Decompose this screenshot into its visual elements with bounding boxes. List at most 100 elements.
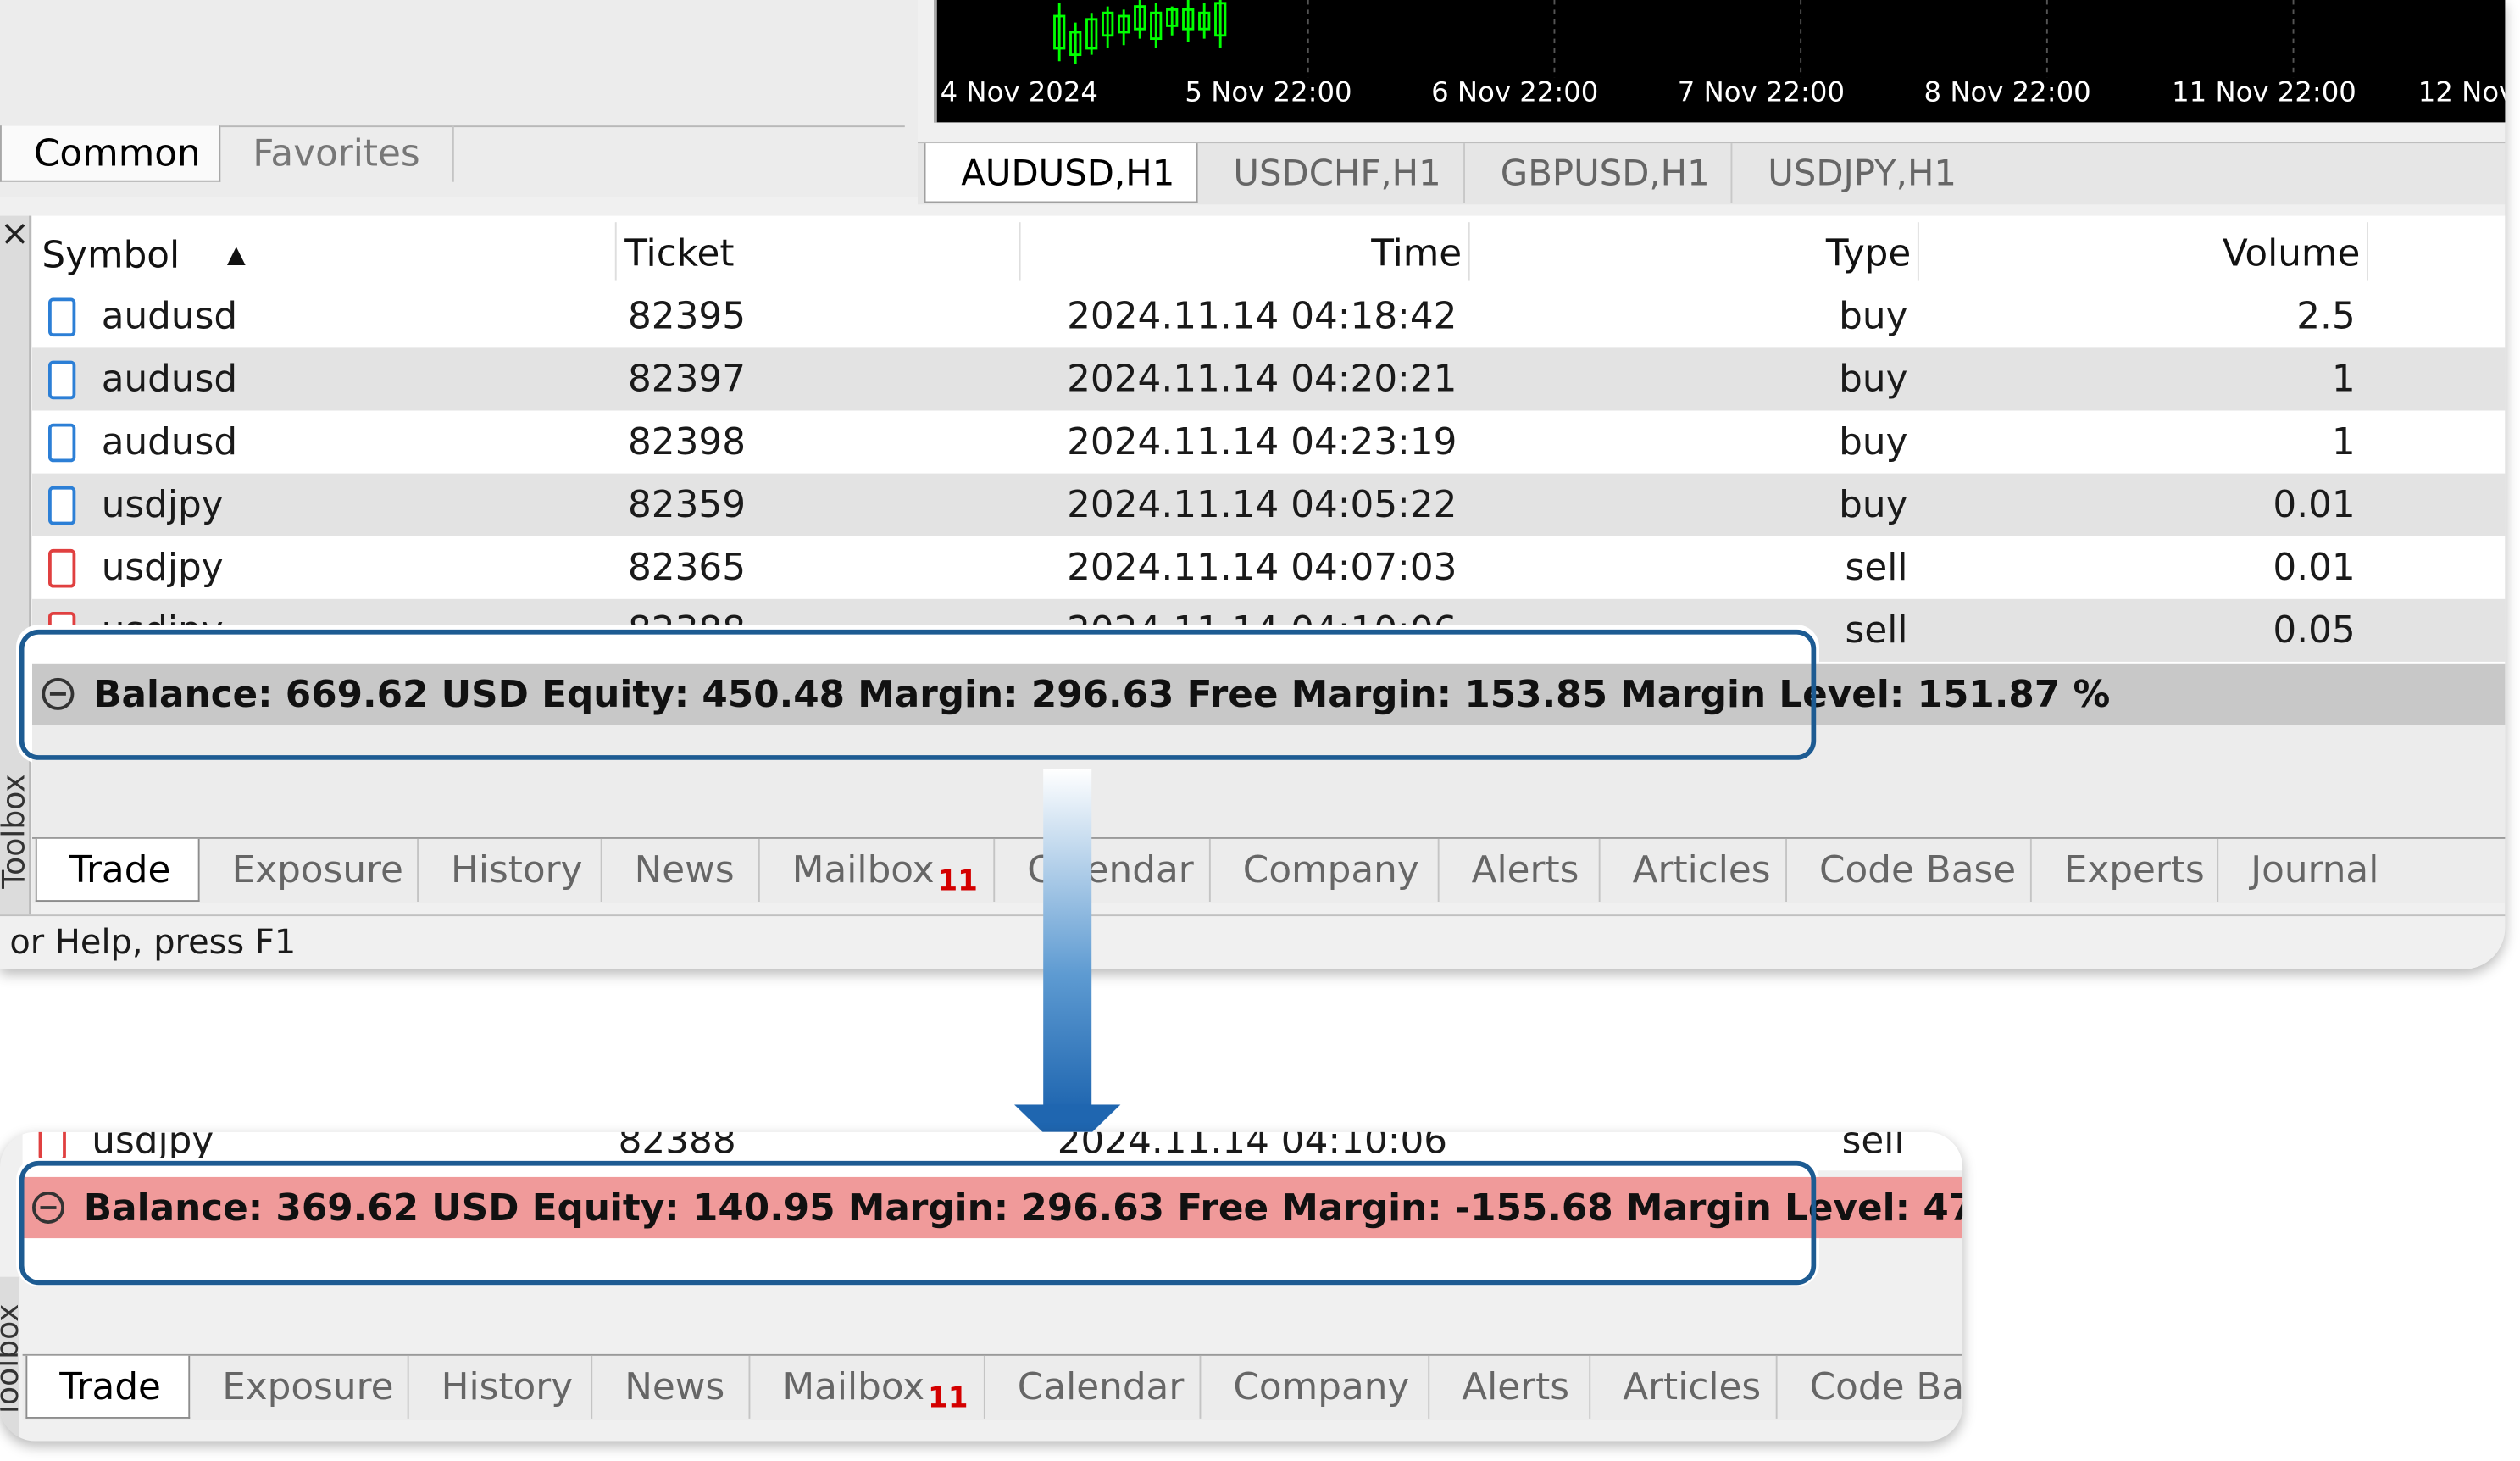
cell-time: 2024.11.14 04:23:19 (1067, 421, 1457, 464)
table-row[interactable]: usdjpy 82359 2024.11.14 04:05:22 buy 0.0… (32, 473, 2506, 536)
cell-time: 2024.11.14 04:05:22 (1067, 484, 1457, 527)
tab-exposure[interactable]: Exposure (200, 838, 419, 902)
chart-tab-label: USDCHF,H1 (1233, 154, 1441, 195)
chart-time-label: 5 Nov 22:00 (1185, 77, 1352, 110)
toolbox-label: Toolbox (0, 1303, 26, 1419)
tab-history[interactable]: History (419, 838, 602, 902)
tab-trade[interactable]: Trade (35, 838, 200, 902)
tab-label: History (441, 1367, 574, 1409)
cell-symbol: usdjpy (101, 547, 224, 590)
tab-news[interactable]: News (602, 838, 760, 902)
chart-time-label: 4 Nov 2024 (940, 77, 1098, 110)
column-separator[interactable] (1468, 222, 1470, 281)
chart-tab-gbpusd[interactable]: GBPUSD,H1 (1465, 143, 1733, 203)
highlight-frame (19, 629, 1817, 760)
buy-order-icon (48, 486, 76, 525)
buy-order-icon (48, 360, 76, 400)
chart-gridline (1307, 0, 1309, 78)
cell-ticket: 82397 (628, 358, 747, 402)
chart-tabs: AUDUSD,H1 USDCHF,H1 GBPUSD,H1 USDJPY,H1 (918, 142, 2506, 205)
column-header-label: Time (1371, 233, 1463, 275)
chart-time-label: 11 Nov 22:00 (2172, 77, 2356, 110)
navigator-tab-label: Favorites (253, 133, 420, 176)
table-row[interactable]: usdjpy 82365 2024.11.14 04:07:03 sell 0.… (32, 536, 2505, 599)
column-separator[interactable] (2367, 222, 2368, 281)
cell-symbol: usdjpy (101, 484, 224, 527)
column-header-type[interactable]: Type (1472, 216, 1912, 287)
tab-company[interactable]: Company (1211, 838, 1440, 902)
tab-label: Exposure (231, 850, 403, 892)
column-header-label: Ticket (624, 233, 735, 275)
terminal-window-before: Common Favorites 4 Nov 2024 5 Nov 22:00 … (0, 0, 2506, 969)
tab-label: Articles (1632, 850, 1771, 892)
navigator-tab-common[interactable]: Common (0, 125, 221, 182)
tab-experts[interactable]: Experts (2032, 838, 2219, 902)
chart-gridline (1800, 0, 1802, 78)
toolbox-label: Toolbox (0, 774, 32, 889)
chart-time-label: 12 Nov (2417, 77, 2506, 110)
tab-code-base[interactable]: Code Bas (1778, 1356, 1963, 1419)
tab-articles[interactable]: Articles (1601, 838, 1787, 902)
tab-history[interactable]: History (409, 1355, 593, 1419)
tab-news[interactable]: News (592, 1355, 751, 1419)
toolbox-tabs: Trade Exposure History News Mailbox 11 Ca… (32, 837, 2506, 903)
sell-order-icon (38, 1131, 66, 1161)
cell-type: buy (1839, 421, 1908, 464)
tab-code-base[interactable]: Code Base (1787, 838, 2032, 902)
column-header-label: Symbol (42, 235, 180, 277)
cell-time: 2024.11.14 04:20:21 (1067, 358, 1457, 402)
column-separator[interactable] (614, 222, 617, 281)
tab-label: Experts (2063, 850, 2205, 892)
tab-journal[interactable]: Journal (2218, 839, 2412, 902)
column-header-label: Type (1825, 233, 1912, 275)
chart-tab-label: AUDUSD,H1 (961, 154, 1175, 195)
navigator-tab-favorites[interactable]: Favorites (220, 125, 454, 182)
tab-label: Mailbox (782, 1367, 925, 1409)
table-row[interactable]: audusd 82398 2024.11.14 04:23:19 buy 1 (32, 411, 2505, 474)
chart-tab-label: GBPUSD,H1 (1500, 154, 1710, 195)
tab-calendar[interactable]: Calendar (985, 1355, 1202, 1419)
tab-label: Journal (2251, 850, 2379, 892)
column-header-symbol[interactable]: Symbol ▲ (42, 216, 245, 287)
sort-ascending-icon: ▲ (226, 240, 246, 269)
tab-mailbox[interactable]: Mailbox 11 (750, 1355, 985, 1419)
tab-label: Company (1233, 1367, 1410, 1409)
chart-tab-audusd[interactable]: AUDUSD,H1 (924, 143, 1198, 203)
status-bar: or Help, press F1 (0, 914, 2506, 969)
chart-tab-usdchf[interactable]: USDCHF,H1 (1198, 143, 1465, 203)
table-row[interactable]: audusd 82395 2024.11.14 04:18:42 buy 2.5 (32, 285, 2505, 347)
column-header-ticket[interactable]: Ticket (624, 216, 734, 287)
tab-label: Trade (59, 1367, 161, 1409)
tab-company[interactable]: Company (1201, 1355, 1430, 1419)
tab-exposure[interactable]: Exposure (190, 1355, 409, 1419)
cell-time: 2024.11.14 04:07:03 (1067, 547, 1457, 590)
sell-order-icon (48, 548, 76, 588)
close-icon[interactable]: × (0, 215, 30, 258)
cell-time: 2024.11.14 04:18:42 (1067, 296, 1457, 338)
column-header-time[interactable]: Time (1021, 216, 1463, 287)
price-chart[interactable]: 4 Nov 2024 5 Nov 22:00 6 Nov 22:00 7 Nov… (934, 0, 2506, 123)
tab-label: History (451, 850, 583, 892)
candlesticks (1053, 0, 1227, 64)
tab-label: Trade (69, 850, 171, 892)
tab-alerts[interactable]: Alerts (1440, 838, 1601, 902)
tab-trade[interactable]: Trade (25, 1355, 191, 1419)
column-header-volume[interactable]: Volume (1919, 216, 2361, 287)
tab-label: Mailbox (791, 850, 935, 892)
cell-volume: 1 (2331, 421, 2356, 464)
cell-type: buy (1839, 358, 1908, 402)
tab-articles[interactable]: Articles (1590, 1355, 1778, 1419)
table-row[interactable]: audusd 82397 2024.11.14 04:20:21 buy 1 (32, 347, 2506, 411)
tab-alerts[interactable]: Alerts (1429, 1355, 1591, 1419)
chart-tab-usdjpy[interactable]: USDJPY,H1 (1732, 143, 1990, 203)
cell-volume: 1 (2331, 358, 2356, 402)
cell-type: buy (1839, 484, 1908, 527)
tab-calendar[interactable]: Calendar (995, 838, 1211, 902)
tab-label: Company (1242, 850, 1419, 892)
tab-label: News (634, 850, 735, 892)
tab-label: Alerts (1462, 1367, 1569, 1409)
tab-label: News (624, 1367, 725, 1409)
tab-mailbox[interactable]: Mailbox 11 (760, 838, 996, 902)
cell-type: buy (1839, 296, 1908, 338)
cell-ticket: 82395 (628, 296, 747, 338)
